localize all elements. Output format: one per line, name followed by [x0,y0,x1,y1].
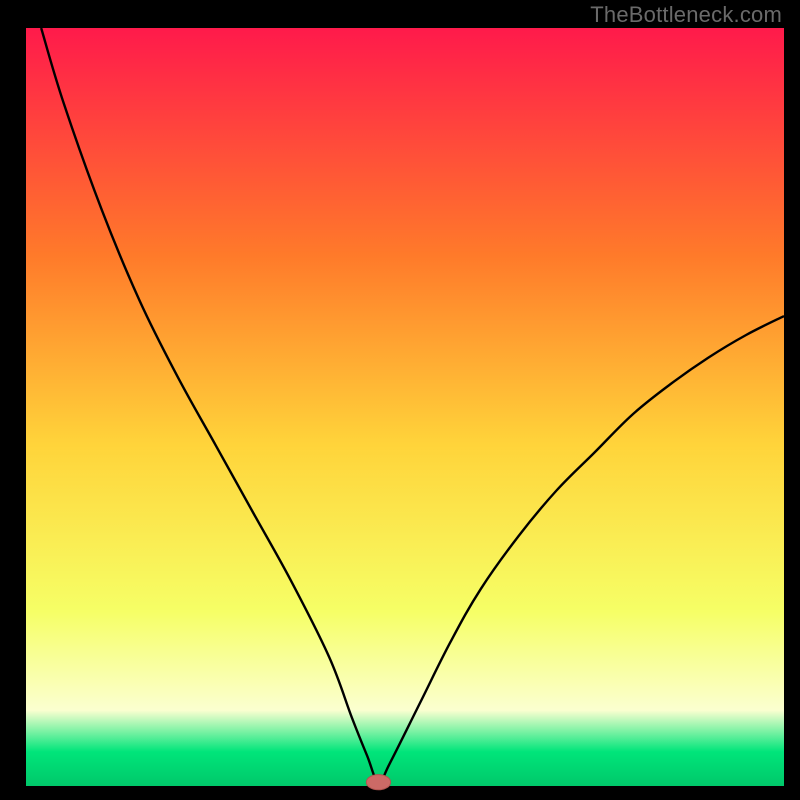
optimal-point-marker [366,775,390,790]
watermark-text: TheBottleneck.com [590,2,782,28]
chart-frame: { "watermark": "TheBottleneck.com", "col… [0,0,800,800]
plot-background [26,28,784,786]
bottleneck-chart [0,0,800,800]
